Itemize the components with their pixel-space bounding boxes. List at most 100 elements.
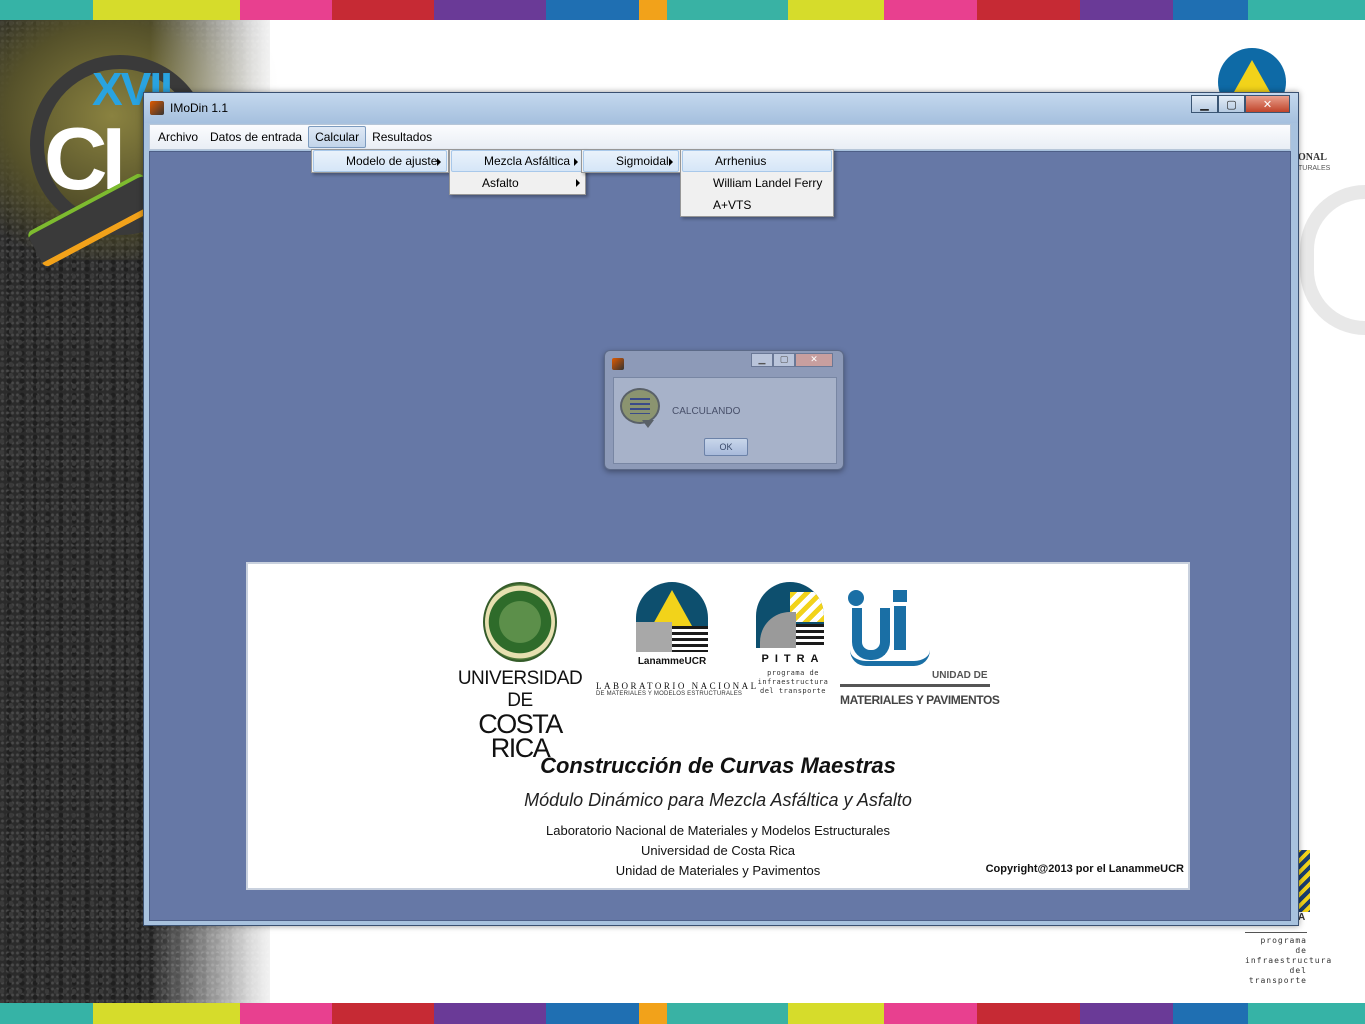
ump-divider	[840, 684, 990, 687]
menu-item-sigmoidal[interactable]: Sigmoidal	[583, 150, 679, 172]
copyright-text: Copyright@2013 por el LanammeUCR	[985, 863, 1184, 875]
color-stripe-segment	[1173, 0, 1248, 20]
menu-item-label: Sigmoidal	[616, 154, 669, 168]
calculating-dialog: ▁ ▢ ✕ CALCULANDO OK	[604, 350, 844, 470]
lanamme-subtitle-small: DE MATERIALES Y MODELOS ESTRUCTURALES	[596, 691, 743, 697]
color-stripe-segment	[977, 1003, 1080, 1024]
lanamme-stripes	[672, 626, 708, 652]
menu-bar: Archivo Datos de entrada Calcular Result…	[149, 124, 1291, 150]
corner-brand-text: ONAL	[1298, 152, 1327, 163]
color-stripe-segment	[667, 1003, 789, 1024]
menu-datos-de-entrada[interactable]: Datos de entrada	[204, 127, 308, 147]
color-stripe-segment	[1247, 1003, 1365, 1024]
menu-item-modelo-de-ajuste[interactable]: Modelo de ajuste	[313, 150, 447, 172]
pitra-corner-caption-line: programa de	[1260, 936, 1307, 955]
dialog-window-controls: ▁ ▢ ✕	[751, 353, 833, 367]
decorative-arc	[1300, 185, 1365, 335]
menu-calcular[interactable]: Calcular	[308, 126, 367, 148]
submenu-arrow-icon	[669, 158, 673, 166]
menu-item-a-vts[interactable]: A+VTS	[681, 194, 833, 216]
ump-unidad-label: UNIDAD DE	[932, 670, 988, 681]
dialog-maximize-button[interactable]: ▢	[773, 353, 795, 367]
pitra-caption: programa de infraestructura del transpor…	[756, 669, 830, 696]
dialog-body: CALCULANDO OK	[613, 377, 837, 464]
dialog-minimize-button[interactable]: ▁	[751, 353, 773, 367]
submenu-arrow-icon	[437, 158, 441, 166]
ump-logo: UNIDAD DE MATERIALES Y PAVIMENTOS	[840, 586, 1000, 707]
splash-subtitle: Módulo Dinámico para Mezcla Asfáltica y …	[524, 790, 912, 810]
speech-bubble-icon	[620, 388, 660, 428]
ump-letter-i	[894, 606, 906, 650]
color-stripe-segment	[331, 1003, 435, 1024]
maximize-button[interactable]: ▢	[1218, 95, 1245, 113]
pitra-stripes	[790, 624, 824, 648]
minimize-button[interactable]: ▁	[1191, 95, 1218, 113]
color-stripe-segment	[1079, 1003, 1174, 1024]
color-stripe-segment	[977, 0, 1080, 20]
color-stripe-segment	[93, 0, 241, 20]
color-stripe-segment	[240, 1003, 332, 1024]
bottom-color-stripe	[0, 1003, 1365, 1024]
matlab-app-icon	[150, 101, 164, 115]
menu-archivo[interactable]: Archivo	[152, 127, 204, 147]
lanamme-subtitle: LABORATORIO NACIONAL	[596, 681, 759, 691]
menu-item-label: Modelo de ajuste	[346, 154, 438, 168]
menu-item-arrhenius[interactable]: Arrhenius	[682, 150, 832, 172]
corner-brand-subtext: TURALES	[1298, 165, 1331, 172]
splash-title: Construcción de Curvas Maestras	[540, 753, 896, 778]
close-button[interactable]: ✕	[1245, 95, 1290, 113]
pitra-caption-line: infraestructura	[757, 678, 829, 686]
color-stripe-segment	[546, 0, 640, 20]
color-stripe-segment	[788, 0, 885, 20]
sigmoidal-submenu: Arrhenius William Landel Ferry A+VTS	[680, 149, 834, 217]
ucr-seal-icon	[483, 582, 557, 662]
pitra-name: PITRA	[761, 653, 825, 665]
color-stripe-segment	[434, 1003, 546, 1024]
color-stripe-segment	[788, 1003, 885, 1024]
pitra-caption-line: programa de	[767, 669, 819, 677]
color-stripe-segment	[331, 0, 435, 20]
color-stripe-segment	[0, 0, 94, 20]
top-color-stripe	[0, 0, 1365, 20]
ucr-logo-line1: UNIVERSIDAD DE	[457, 668, 583, 711]
pitra-corner-letter: A	[1298, 912, 1306, 923]
splash-panel: UNIVERSIDAD DE COSTA RICA LanammeUCR LAB…	[246, 562, 1190, 890]
splash-university-line: Universidad de Costa Rica	[641, 843, 795, 858]
ump-swoosh	[850, 650, 930, 666]
color-stripe-segment	[639, 0, 668, 20]
mezcla-asfaltica-submenu: Sigmoidal	[581, 149, 681, 173]
color-stripe-segment	[0, 1003, 94, 1024]
color-stripe-segment	[1173, 1003, 1248, 1024]
dialog-close-button[interactable]: ✕	[795, 353, 833, 367]
color-stripe-segment	[434, 0, 546, 20]
menu-item-asfalto[interactable]: Asfalto	[450, 172, 585, 194]
window-title: IMoDin 1.1	[170, 101, 229, 115]
color-stripe-segment	[884, 0, 978, 20]
color-stripe-segment	[546, 1003, 640, 1024]
menu-item-label: Mezcla Asfáltica	[484, 154, 571, 168]
ump-mark-icon	[840, 586, 992, 670]
ucr-logo: UNIVERSIDAD DE COSTA RICA	[448, 582, 592, 762]
title-bar[interactable]: IMoDin 1.1 ▁ ▢ ✕	[144, 93, 1298, 123]
menu-item-mezcla-asfaltica[interactable]: Mezcla Asfáltica	[451, 150, 584, 172]
color-stripe-segment	[1079, 0, 1174, 20]
matlab-app-icon	[612, 358, 624, 370]
ok-button[interactable]: OK	[704, 438, 748, 456]
modelo-de-ajuste-submenu: Mezcla Asfáltica Asfalto	[449, 149, 586, 195]
ump-name: MATERIALES Y PAVIMENTOS	[840, 693, 1000, 707]
window-controls: ▁ ▢ ✕	[1191, 95, 1290, 113]
pitra-logo: PITRA programa de infraestructura del tr…	[756, 582, 830, 696]
color-stripe-segment	[667, 0, 789, 20]
pitra-corner-caption-line: infraestructura	[1245, 956, 1333, 965]
color-stripe-segment	[884, 1003, 978, 1024]
pitra-mark-icon	[756, 582, 824, 648]
dialog-message: CALCULANDO	[672, 406, 741, 417]
ump-i-dot	[893, 590, 907, 602]
ump-dot	[848, 590, 864, 606]
calcular-dropdown: Modelo de ajuste	[311, 149, 449, 173]
lanamme-name: LanammeUCR	[637, 656, 707, 667]
lanamme-logo: LanammeUCR LABORATORIO NACIONAL DE MATER…	[596, 582, 759, 697]
menu-item-william-landel-ferry[interactable]: William Landel Ferry	[681, 172, 833, 194]
menu-resultados[interactable]: Resultados	[366, 127, 438, 147]
pitra-corner-caption: programa de infraestructura del transpor…	[1245, 932, 1333, 986]
